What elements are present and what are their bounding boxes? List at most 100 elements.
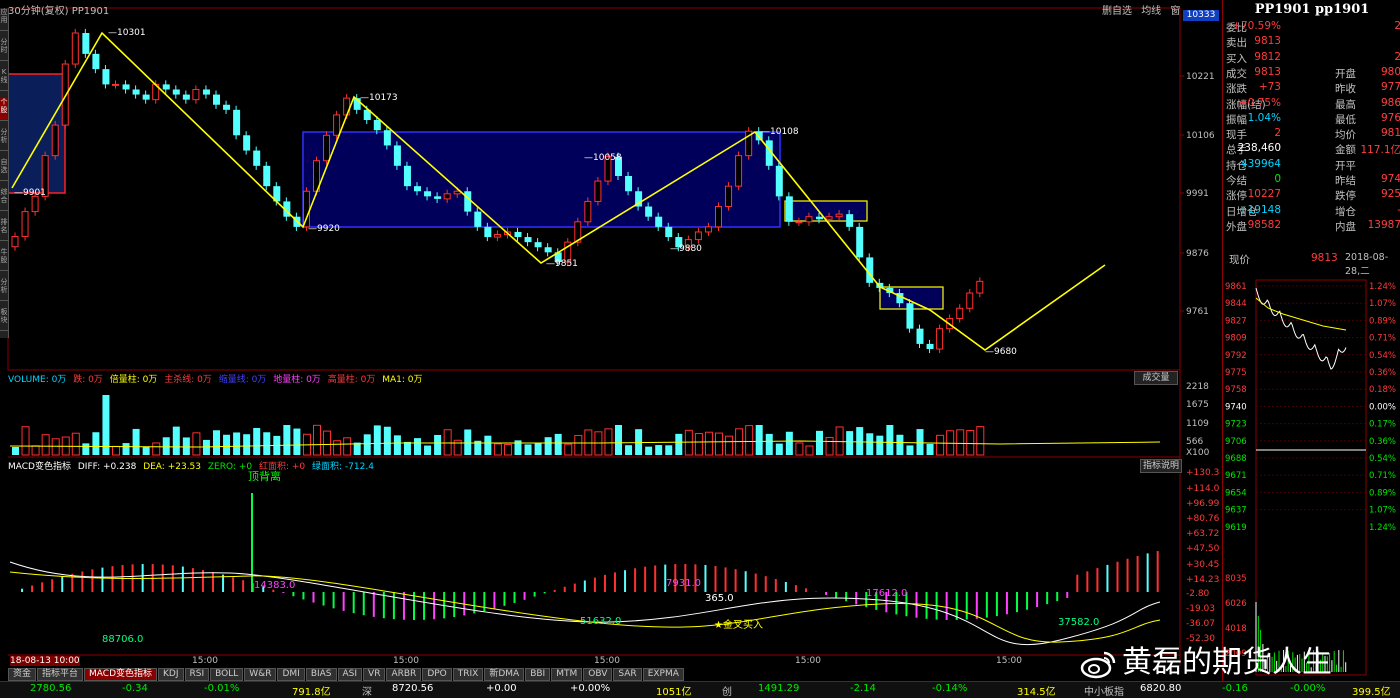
volume-shrink: 缩量线: 0万 [218,375,267,385]
start-date-label: 18-08-13 10:00 [10,656,80,666]
candle-body [484,226,492,238]
volume-bar [524,444,532,455]
mini-axis-right: 0.00% [1369,402,1396,412]
candle-body [92,53,100,70]
indicator-tab[interactable]: BIAS [305,668,337,681]
indicator-tab[interactable]: EXPMA [642,668,684,681]
left-tab[interactable]: 分析 [0,128,8,151]
index-pct: -0.14% [932,683,968,694]
volume-bar [253,427,261,455]
indicator-tab[interactable]: DPO [422,668,452,681]
left-tab[interactable]: 应用 [0,8,8,31]
quote-value-2: 117.1亿 [1360,144,1400,157]
time-label: 15:00 [594,656,620,666]
volume-bar [182,437,190,455]
indicator-tab[interactable]: DMI [277,668,305,681]
volume-bar [684,429,693,456]
volume-bar [635,429,643,455]
volume-bar [534,442,542,455]
candle-body [474,211,482,227]
quote-row: 委比 +70.59% 2 [1223,20,1400,35]
mini-axis-right: 0.89% [1369,488,1396,498]
indicator-tab[interactable]: OBV [583,668,613,681]
mini-axis-left: 9775 [1225,368,1247,378]
quote-value-2: 2 [1394,50,1400,63]
price-mark-label: —9851 [546,259,578,269]
macd-name: MACD变色指标 [8,462,71,472]
quote-key-2: 金额 [1335,144,1356,157]
index-amount: 1051亿 [656,687,692,698]
quote-value-2: 980 [1380,65,1400,78]
indicator-tab[interactable]: 指标平台 [37,668,84,681]
mini-axis-right: 0.71% [1369,471,1396,481]
indicator-tab[interactable]: RSI [184,668,210,681]
quote-key: 成交 [1226,67,1247,80]
volume-bar [92,432,100,455]
volume-bar [715,432,723,456]
ma-button[interactable]: 均线 [1141,6,1161,17]
volume-bar [71,432,80,456]
left-tab[interactable]: 分析 [0,278,8,301]
quote-row: 涨幅(结) +0.75% 最高 986 [1223,97,1400,112]
candle-body [926,343,934,349]
macd-red-area: 红面积: +0 [258,462,306,472]
left-tab[interactable]: 排名 [0,218,8,241]
candle-body [233,109,241,136]
indicator-tab[interactable]: W&R [244,668,277,681]
quote-key-2: 昨收 [1335,83,1356,96]
quote-row: 外盘 98582 内盘 13987 [1223,219,1400,234]
now-label: 现价 [1229,254,1250,266]
index-name: 中小板指 [1084,687,1124,698]
quote-value: +73 [1258,81,1281,94]
candle-body [464,191,472,212]
quote-row: 卖出 9813 [1223,35,1400,50]
contract-title: PP1901 pp1901 [1254,2,1370,17]
indicator-tab[interactable]: ARBR [386,668,422,681]
indicator-tab[interactable]: BOLL [210,668,244,681]
quote-value-2: 976 [1380,111,1400,124]
indicator-tab[interactable]: MACD变色指标 [84,668,158,681]
candle-body [213,94,220,105]
remove-favorite-button[interactable]: 删自选 [1102,6,1132,17]
volume-bar [132,428,140,455]
indicator-tab[interactable]: TRIX [452,668,484,681]
left-tab[interactable]: 自选 [0,158,8,181]
left-tab[interactable]: 板块 [0,308,8,331]
main-chart[interactable]: 10221 10106 9991 9876 9761 —9901 —10301 —9920 —1… [0,0,1222,697]
indicator-tab[interactable]: 新DMA [484,668,525,681]
index-amount: 399.5亿 [1352,687,1391,698]
candle-body [544,247,552,253]
macd-axis-label: +63.72 [1186,529,1219,539]
volume-bar [464,429,472,455]
indicator-tab[interactable]: 资金 [8,668,37,681]
left-tab[interactable]: 分时 [0,38,8,61]
macd-help-button[interactable]: 指标说明 [1140,459,1182,473]
left-tab[interactable]: 个股 [0,98,8,121]
indicator-tab[interactable]: MTM [551,668,583,681]
intraday-mini-chart[interactable]: 9861 1.24% 9844 1.07% 9827 0.89% 9809 0.71% 9792… [1223,268,1400,693]
indicator-tab[interactable]: VR [363,668,386,681]
volume-bar [323,430,332,456]
macd-zero: ZERO: +0 [207,462,253,472]
window-button[interactable]: 窗 [1170,6,1180,17]
indicator-tab[interactable]: KDJ [158,668,184,681]
candle-body [453,190,461,195]
weibo-watermark: 黄磊的期货人生 [1080,637,1332,681]
mini-axis-left: 9637 [1225,506,1247,516]
left-tab[interactable]: 牛股 [0,248,8,271]
indicator-tab[interactable]: ASI [337,668,363,681]
volume-bar [142,446,150,455]
left-tab[interactable]: 综合 [0,188,8,211]
indicator-tab[interactable]: SAR [613,668,642,681]
volume-bar [233,432,241,455]
macd-annotation: 14383.0 [254,580,295,591]
left-tab[interactable]: K线 [0,68,8,91]
volume-axis-label: 1109 [1186,419,1209,429]
volume-indicator-button[interactable]: 成交量 [1134,371,1178,385]
macd-diff: DIFF: +0.238 [77,462,137,472]
volume-ma1: MA1: 0万 [382,375,423,385]
quote-key-2: 开平 [1335,159,1356,172]
volume-bar [484,435,492,455]
indicator-tab[interactable]: BBI [525,668,551,681]
mini-axis-right: 0.18% [1369,385,1396,395]
